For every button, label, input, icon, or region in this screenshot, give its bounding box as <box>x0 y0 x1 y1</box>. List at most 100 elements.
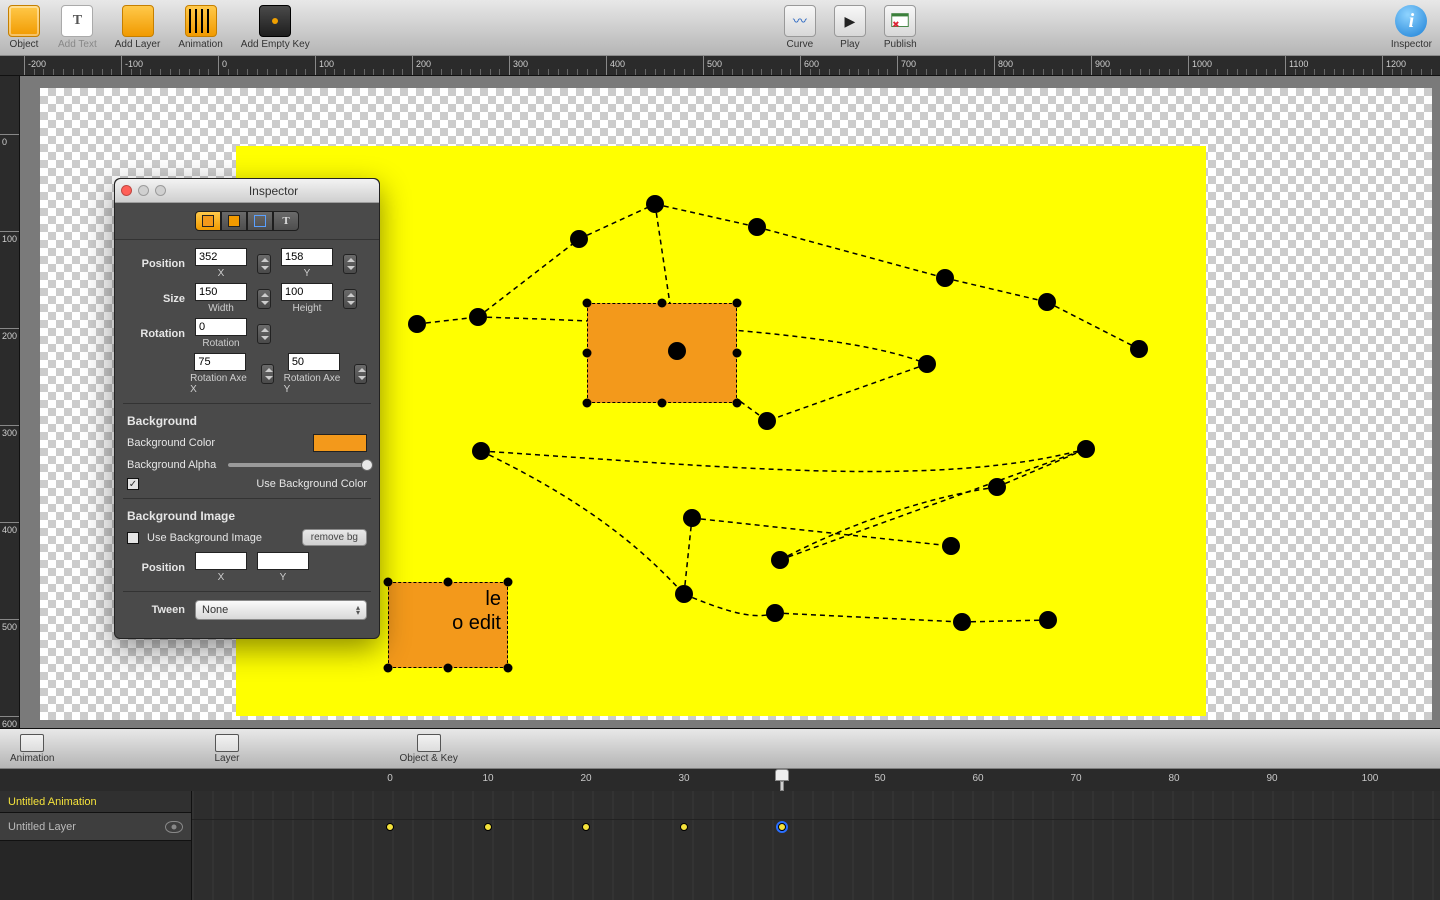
object-button[interactable]: Object <box>8 5 40 50</box>
keyframe-node[interactable] <box>1039 611 1057 629</box>
animation-button[interactable]: Animation <box>178 5 222 50</box>
use-bg-color-checkbox[interactable]: ✓Use Background Color <box>127 478 367 490</box>
keyframe-node[interactable] <box>771 551 789 569</box>
timeline-toolbar: Animation Layer Object & Key <box>0 729 1440 769</box>
rotation-axe-y-input[interactable] <box>288 353 340 371</box>
object-icon <box>8 5 40 37</box>
timeline-keyframe[interactable] <box>484 823 492 831</box>
rotation-input[interactable] <box>195 318 247 336</box>
keyframe-node[interactable] <box>936 269 954 287</box>
publish-button[interactable]: Publish <box>884 5 917 50</box>
rotation-axe-x-input[interactable] <box>194 353 246 371</box>
window-controls <box>121 185 166 196</box>
layer-row[interactable]: Untitled Layer <box>0 813 191 841</box>
bgimg-y-input[interactable] <box>257 552 309 570</box>
keyframe-node[interactable] <box>1038 293 1056 311</box>
resize-handle[interactable] <box>658 299 667 308</box>
height-stepper[interactable] <box>343 289 357 309</box>
rotation-axe-x-stepper[interactable] <box>261 364 274 384</box>
bgimg-x-input[interactable] <box>195 552 247 570</box>
zoom-icon[interactable] <box>155 185 166 196</box>
use-bg-image-checkbox[interactable]: Use Background Image remove bg <box>127 529 367 546</box>
size-label: Size <box>127 293 185 305</box>
position-y-stepper[interactable] <box>343 254 357 274</box>
add-text-button[interactable]: TAdd Text <box>58 5 97 50</box>
timeline-keyframe[interactable] <box>386 823 394 831</box>
keyframe-node[interactable] <box>472 442 490 460</box>
curve-button[interactable]: 〰Curve <box>784 5 816 50</box>
resize-handle[interactable] <box>733 349 742 358</box>
keyframe-node[interactable] <box>953 613 971 631</box>
timeline-keyframe[interactable] <box>582 823 590 831</box>
tab-layer[interactable] <box>221 211 247 231</box>
inspector-panel[interactable]: Inspector T Position X Y Size Width Heig… <box>114 178 380 639</box>
keyframe-node[interactable] <box>942 537 960 555</box>
rotation-stepper[interactable] <box>257 324 271 344</box>
resize-handle[interactable] <box>583 399 592 408</box>
bg-color-label: Background Color <box>127 437 215 449</box>
width-stepper[interactable] <box>257 289 271 309</box>
timeline-sidebar: Untitled Animation Untitled Layer <box>0 791 192 900</box>
inspector-titlebar[interactable]: Inspector <box>115 179 379 203</box>
timeline-animation-button[interactable]: Animation <box>10 734 54 764</box>
keyframe-node[interactable] <box>988 478 1006 496</box>
resize-handle[interactable] <box>733 399 742 408</box>
info-icon: i <box>1395 5 1427 37</box>
ruler-vertical[interactable]: 0100200300400500600 <box>0 76 20 728</box>
timeline-keyframe[interactable] <box>680 823 688 831</box>
text-object[interactable]: leo edit <box>388 582 508 668</box>
add-layer-button[interactable]: Add Layer <box>115 5 161 50</box>
keyframe-node[interactable] <box>469 308 487 326</box>
keyframe-node[interactable] <box>766 604 784 622</box>
animation-row[interactable]: Untitled Animation <box>0 791 191 813</box>
remove-bg-button[interactable]: remove bg <box>302 529 367 546</box>
keyframe-node[interactable] <box>646 195 664 213</box>
keyframe-node[interactable] <box>1130 340 1148 358</box>
keyframe-node[interactable] <box>675 585 693 603</box>
tween-label: Tween <box>127 604 185 616</box>
stage[interactable]: leo edit <box>236 146 1206 716</box>
inspector-button[interactable]: iInspector <box>1391 5 1432 50</box>
timeline-layer-button[interactable]: Layer <box>214 734 239 764</box>
minimize-icon[interactable] <box>138 185 149 196</box>
keyframe-node[interactable] <box>758 412 776 430</box>
tab-object[interactable] <box>195 211 221 231</box>
width-input[interactable] <box>195 283 247 301</box>
position-x-stepper[interactable] <box>257 254 271 274</box>
bg-alpha-slider[interactable] <box>228 458 367 472</box>
add-empty-key-button[interactable]: Add Empty Key <box>241 5 310 50</box>
keyframe-node[interactable] <box>683 509 701 527</box>
timeline-keyframe[interactable] <box>778 823 786 831</box>
keyframe-node[interactable] <box>1077 440 1095 458</box>
bg-color-swatch[interactable] <box>313 434 367 452</box>
keyframe-node[interactable] <box>748 218 766 236</box>
tab-text[interactable]: T <box>273 211 299 231</box>
resize-handle[interactable] <box>583 349 592 358</box>
text-icon: T <box>61 5 93 37</box>
position-x-input[interactable] <box>195 248 247 266</box>
keyframe-node[interactable] <box>918 355 936 373</box>
keyframe-node[interactable] <box>408 315 426 333</box>
keyframe-node[interactable] <box>668 342 686 360</box>
timeline-track[interactable] <box>192 791 1440 900</box>
visibility-icon[interactable] <box>165 821 183 833</box>
timeline-ruler[interactable]: 0102030405060708090100 <box>0 769 1440 791</box>
position-y-input[interactable] <box>281 248 333 266</box>
resize-handle[interactable] <box>733 299 742 308</box>
height-input[interactable] <box>281 283 333 301</box>
tab-bounds[interactable] <box>247 211 273 231</box>
playhead[interactable] <box>775 769 789 791</box>
inspector-title: Inspector <box>174 184 373 198</box>
rotation-axe-y-stepper[interactable] <box>354 364 367 384</box>
selected-object[interactable] <box>587 303 737 403</box>
timeline-objectkey-button[interactable]: Object & Key <box>399 734 457 764</box>
resize-handle[interactable] <box>658 399 667 408</box>
play-button[interactable]: ▶Play <box>834 5 866 50</box>
tween-select[interactable]: None▴▾ <box>195 600 367 620</box>
film-icon <box>20 734 44 752</box>
close-icon[interactable] <box>121 185 132 196</box>
resize-handle[interactable] <box>583 299 592 308</box>
ruler-horizontal[interactable]: -200-10001002003004005006007008009001000… <box>0 56 1440 76</box>
keyframe-node[interactable] <box>570 230 588 248</box>
animation-icon <box>185 5 217 37</box>
